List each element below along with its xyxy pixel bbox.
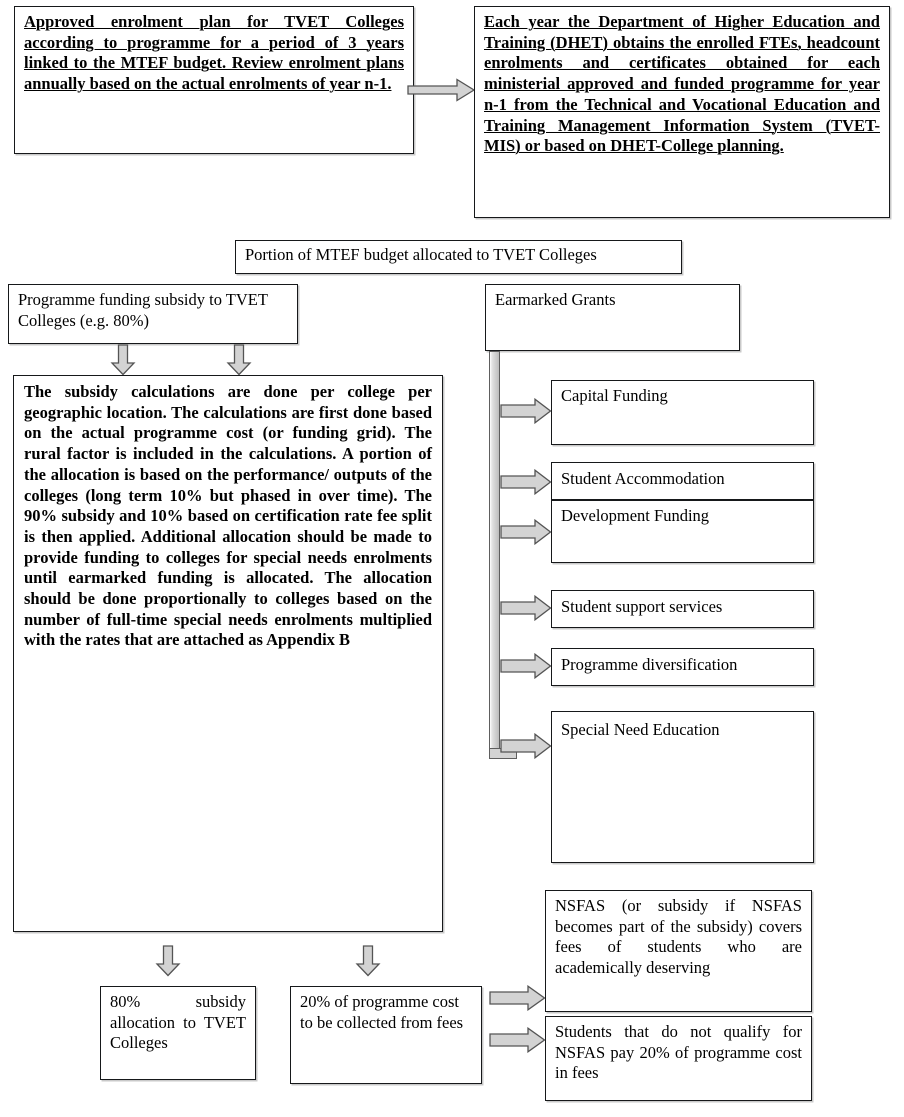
node-dhet-data-text: Each year the Department of Higher Educa… bbox=[484, 12, 880, 156]
node-mtef-portion: Portion of MTEF budget allocated to TVET… bbox=[235, 240, 682, 274]
arrow-to-capital-funding bbox=[500, 398, 552, 424]
node-grant-development-funding: Development Funding bbox=[551, 500, 814, 563]
arrow-enrolment-to-dhet bbox=[407, 78, 476, 102]
earmarked-grants-connector bbox=[489, 351, 500, 756]
node-programme-subsidy: Programme funding subsidy to TVET Colleg… bbox=[8, 284, 298, 344]
node-grant-label: Special Need Education bbox=[561, 720, 720, 739]
node-fee-collection: 20% of programme cost to be collected fr… bbox=[290, 986, 482, 1084]
node-subsidy-calculations-text: The subsidy calculations are done per co… bbox=[24, 382, 432, 650]
node-earmarked-grants: Earmarked Grants bbox=[485, 284, 740, 351]
node-dhet-data: Each year the Department of Higher Educa… bbox=[474, 6, 890, 218]
node-grant-label: Student support services bbox=[561, 597, 723, 616]
arrow-to-non-nsfas bbox=[489, 1027, 546, 1053]
arrow-down-to-fee-collection bbox=[355, 945, 381, 977]
arrow-to-student-accommodation bbox=[500, 469, 552, 495]
node-grant-capital-funding: Capital Funding bbox=[551, 380, 814, 445]
node-earmarked-grants-text: Earmarked Grants bbox=[495, 290, 616, 309]
node-grant-label: Programme diversification bbox=[561, 655, 738, 674]
node-grant-student-accommodation: Student Accommodation bbox=[551, 462, 814, 500]
node-mtef-portion-text: Portion of MTEF budget allocated to TVET… bbox=[245, 245, 597, 264]
arrow-subsidy-down-left bbox=[110, 344, 136, 376]
node-grant-label: Capital Funding bbox=[561, 386, 668, 405]
node-programme-subsidy-text: Programme funding subsidy to TVET Colleg… bbox=[18, 290, 268, 330]
node-non-nsfas-fees-text: Students that do not qualify for NSFAS p… bbox=[555, 1022, 802, 1083]
node-subsidy-allocation: 80% subsidy allocation to TVET Colleges bbox=[100, 986, 256, 1080]
node-non-nsfas-fees: Students that do not qualify for NSFAS p… bbox=[545, 1016, 812, 1101]
node-enrolment-plan: Approved enrolment plan for TVET College… bbox=[14, 6, 414, 154]
arrow-subsidy-down-right bbox=[226, 344, 252, 376]
arrow-to-student-support-services bbox=[500, 595, 552, 621]
node-nsfas-coverage: NSFAS (or subsidy if NSFAS becomes part … bbox=[545, 890, 812, 1012]
flowchart-canvas: Approved enrolment plan for TVET College… bbox=[0, 0, 904, 1117]
node-fee-collection-text: 20% of programme cost to be collected fr… bbox=[300, 992, 464, 1032]
node-enrolment-plan-text: Approved enrolment plan for TVET College… bbox=[24, 12, 404, 94]
arrow-to-programme-diversification bbox=[500, 653, 552, 679]
node-grant-special-need-education: Special Need Education bbox=[551, 711, 814, 863]
arrow-to-development-funding bbox=[500, 519, 552, 545]
arrow-down-to-subsidy-allocation bbox=[155, 945, 181, 977]
node-grant-label: Development Funding bbox=[561, 506, 710, 525]
node-nsfas-coverage-text: NSFAS (or subsidy if NSFAS becomes part … bbox=[555, 896, 802, 978]
node-grant-student-support-services: Student support services bbox=[551, 590, 814, 628]
node-grant-label: Student Accommodation bbox=[561, 469, 725, 488]
node-subsidy-calculations: The subsidy calculations are done per co… bbox=[13, 375, 443, 932]
node-grant-programme-diversification: Programme diversification bbox=[551, 648, 814, 686]
arrow-to-special-need-education bbox=[500, 733, 552, 759]
arrow-to-nsfas bbox=[489, 985, 546, 1011]
node-subsidy-allocation-text: 80% subsidy allocation to TVET Colleges bbox=[110, 992, 246, 1053]
